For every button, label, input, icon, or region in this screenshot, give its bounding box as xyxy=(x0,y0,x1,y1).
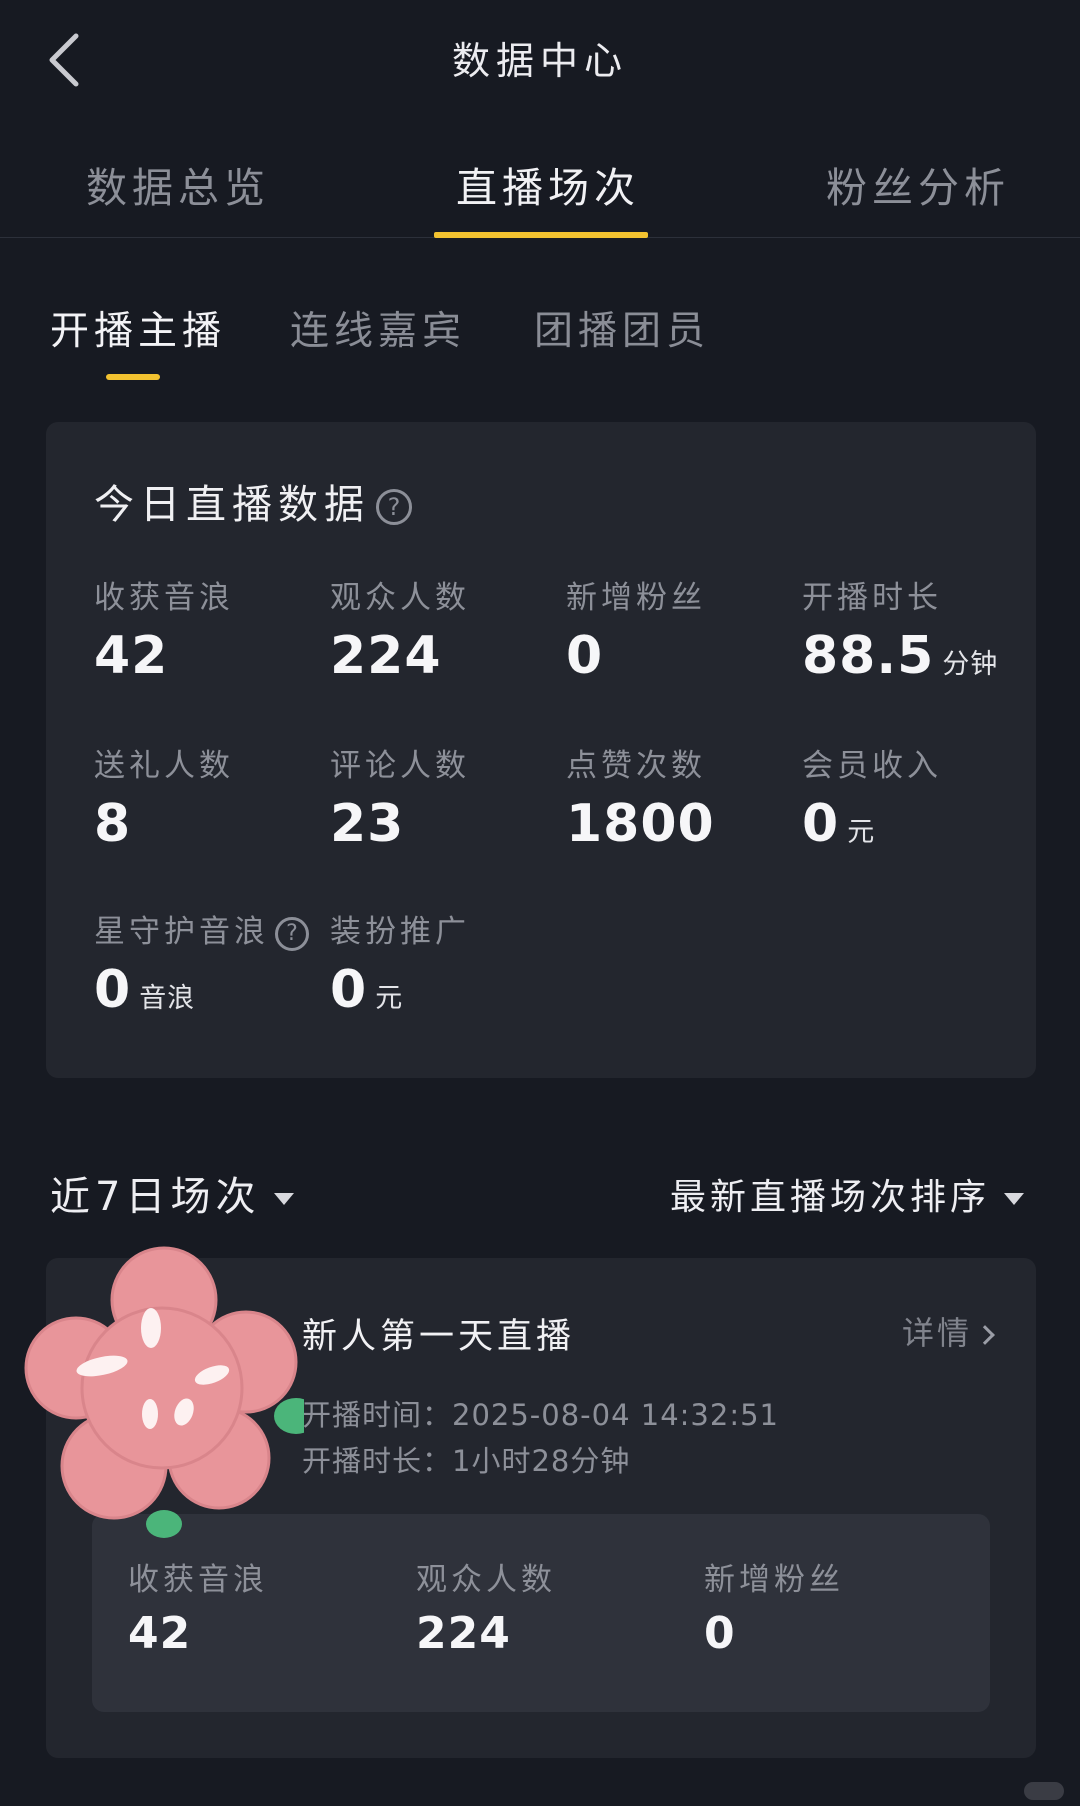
session-filter-bar: 近7日场次 最新直播场次排序 xyxy=(0,1160,1080,1220)
stat-star-guard-waves: 星守护音浪? 0 音浪 xyxy=(94,906,309,1020)
stat-value: 224 xyxy=(330,626,442,686)
stat-gift-senders: 送礼人数 8 xyxy=(94,740,234,854)
tab-live-sessions[interactable]: 直播场次 xyxy=(456,154,640,214)
stat-value: 0 xyxy=(566,626,604,686)
stat-label: 新增粉丝 xyxy=(566,580,706,616)
chevron-right-icon xyxy=(975,1325,995,1345)
top-bar: 数据中心 xyxy=(0,0,1080,115)
tab-data-overview[interactable]: 数据总览 xyxy=(86,154,270,214)
session-stat-new-fans: 新增粉丝 0 xyxy=(704,1554,844,1659)
sub-tabs: 开播主播 连线嘉宾 团播团员 xyxy=(0,300,1080,390)
stat-value: 23 xyxy=(330,794,405,854)
stat-value: 88.5 xyxy=(802,626,935,686)
stat-value: 0 xyxy=(94,960,132,1020)
stat-decoration-promo: 装扮推广 0元 xyxy=(330,906,470,1020)
stat-likes: 点赞次数 1800 xyxy=(566,740,715,854)
stat-label: 收获音浪 xyxy=(128,1562,268,1598)
today-data-title-text: 今日直播数据 xyxy=(94,482,370,528)
stat-label: 新增粉丝 xyxy=(704,1562,844,1598)
stat-label: 开播时长 xyxy=(802,580,942,616)
watermark-badge xyxy=(1024,1782,1064,1800)
main-tabs: 数据总览 直播场次 粉丝分析 xyxy=(0,118,1080,238)
stat-label: 星守护音浪? xyxy=(94,906,309,951)
subtab-guest[interactable]: 连线嘉宾 xyxy=(290,300,466,356)
session-title: 新人第一天直播 xyxy=(302,1317,576,1357)
caret-down-icon xyxy=(274,1193,295,1205)
session-stats-panel: 收获音浪 42 观众人数 224 新增粉丝 0 xyxy=(92,1514,990,1712)
sort-dropdown[interactable]: 最新直播场次排序 xyxy=(670,1168,1024,1220)
stat-label: 点赞次数 xyxy=(566,748,706,784)
help-icon[interactable]: ? xyxy=(376,489,412,525)
today-data-card: 今日直播数据? 收获音浪 42 观众人数 224 新增粉丝 0 开播时长 88.… xyxy=(46,422,1036,1078)
range-dropdown[interactable]: 近7日场次 xyxy=(50,1164,295,1222)
stat-commenters: 评论人数 23 xyxy=(330,740,470,854)
help-icon[interactable]: ? xyxy=(275,916,309,951)
tab-fan-analysis[interactable]: 粉丝分析 xyxy=(826,154,1010,214)
tab-active-indicator xyxy=(434,232,648,238)
detail-link-label: 详情 xyxy=(901,1314,972,1352)
stat-gift-waves: 收获音浪 42 xyxy=(94,572,234,686)
range-dropdown-label: 近7日场次 xyxy=(50,1174,261,1220)
stat-label: 评论人数 xyxy=(330,748,470,784)
stat-viewers: 观众人数 224 xyxy=(330,572,470,686)
stat-membership-income: 会员收入 0元 xyxy=(802,740,942,854)
stat-unit: 元 xyxy=(847,817,876,848)
subtab-active-indicator xyxy=(106,374,160,380)
stat-label: 送礼人数 xyxy=(94,748,234,784)
session-stat-viewers: 观众人数 224 xyxy=(416,1554,556,1659)
session-card[interactable]: 新人第一天直播 详情 开播时间：2025-08-04 14:32:51 开播时长… xyxy=(46,1258,1036,1758)
stat-value: 0 xyxy=(330,960,368,1020)
stat-value: 0 xyxy=(802,794,840,854)
stat-value: 42 xyxy=(94,626,169,686)
session-start-time: 开播时间：2025-08-04 14:32:51 xyxy=(302,1398,779,1432)
stat-value: 224 xyxy=(416,1608,511,1659)
stat-unit: 音浪 xyxy=(139,983,196,1014)
stat-value: 42 xyxy=(128,1608,192,1659)
session-stat-gift-waves: 收获音浪 42 xyxy=(128,1554,268,1659)
sort-dropdown-label: 最新直播场次排序 xyxy=(669,1177,990,1218)
detail-link[interactable]: 详情 xyxy=(901,1308,995,1354)
caret-down-icon xyxy=(1004,1193,1024,1205)
today-data-title: 今日直播数据? xyxy=(94,472,412,530)
stat-live-duration: 开播时长 88.5 分钟 xyxy=(802,572,998,686)
subtab-group-member[interactable]: 团播团员 xyxy=(534,300,710,356)
stat-label: 会员收入 xyxy=(802,748,942,784)
stat-unit: 分钟 xyxy=(942,649,999,680)
stat-new-fans: 新增粉丝 0 xyxy=(566,572,706,686)
stat-unit: 元 xyxy=(375,983,404,1014)
subtab-host[interactable]: 开播主播 xyxy=(50,300,226,356)
stat-label: 观众人数 xyxy=(416,1562,556,1598)
page-title: 数据中心 xyxy=(451,39,628,83)
stat-value: 8 xyxy=(94,794,132,854)
stat-label-text: 星守护音浪 xyxy=(94,914,269,950)
stat-label: 装扮推广 xyxy=(330,914,470,950)
session-duration: 开播时长：1小时28分钟 xyxy=(302,1444,631,1478)
stat-value: 1800 xyxy=(566,794,715,854)
stat-label: 收获音浪 xyxy=(94,580,234,616)
stat-value: 0 xyxy=(704,1608,736,1659)
stat-label: 观众人数 xyxy=(330,580,470,616)
